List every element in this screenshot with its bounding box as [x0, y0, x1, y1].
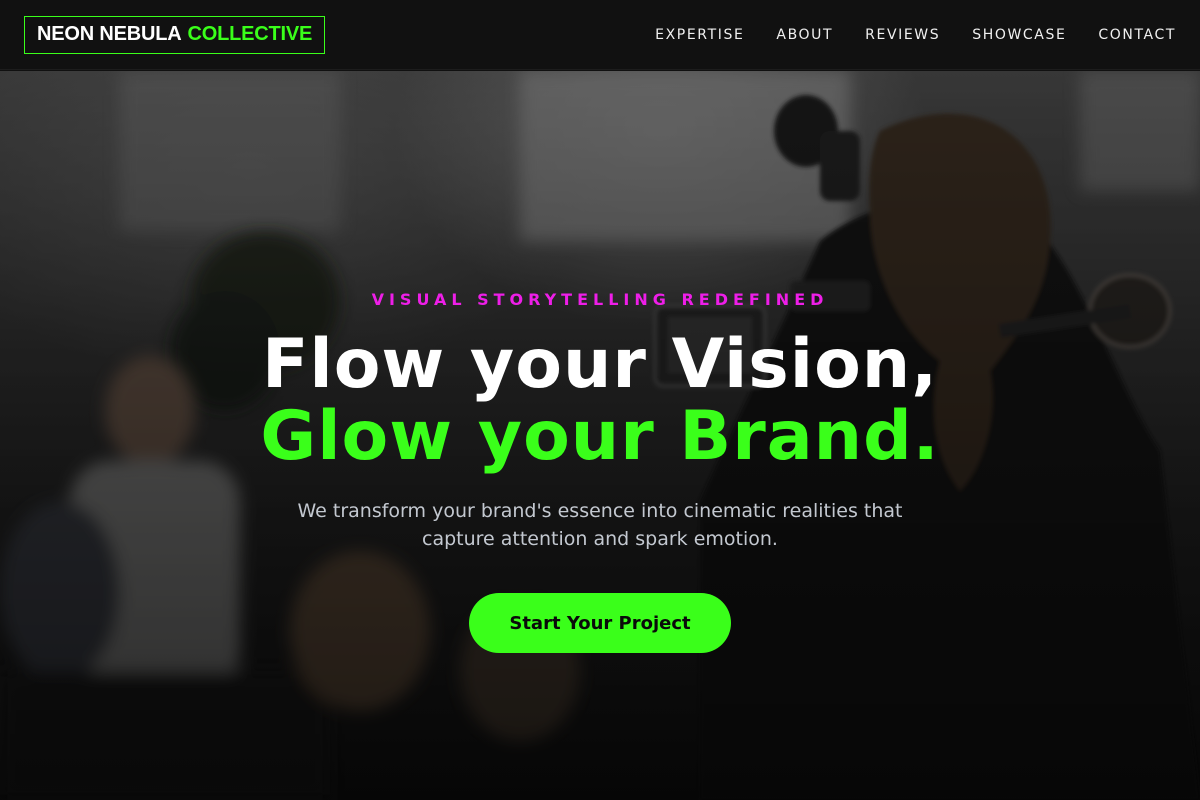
nav-item-showcase[interactable]: SHOWCASE: [972, 27, 1066, 43]
brand-logo[interactable]: NEON NEBULA COLLECTIVE: [24, 15, 326, 54]
hero-eyebrow: VISUAL STORYTELLING REDEFINED: [371, 290, 829, 309]
hero-headline-line1: Flow your Vision,: [261, 325, 939, 404]
brand-name-accent: COLLECTIVE: [187, 23, 313, 45]
start-project-button[interactable]: Start Your Project: [469, 593, 731, 653]
nav-item-reviews[interactable]: REVIEWS: [865, 27, 940, 43]
nav-item-contact[interactable]: CONTACT: [1098, 27, 1176, 43]
main-nav: EXPERTISE ABOUT REVIEWS SHOWCASE CONTACT: [655, 27, 1176, 43]
nav-item-expertise[interactable]: EXPERTISE: [655, 27, 744, 43]
hero-headline-line2: Glow your Brand.: [260, 397, 940, 476]
nav-item-about[interactable]: ABOUT: [776, 27, 833, 43]
hero-subtitle: We transform your brand's essence into c…: [297, 500, 903, 550]
hero-section: VISUAL STORYTELLING REDEFINED Flow your …: [0, 71, 1200, 800]
brand-name: NEON NEBULA: [37, 23, 182, 45]
site-header: NEON NEBULA COLLECTIVE EXPERTISE ABOUT R…: [0, 0, 1200, 70]
